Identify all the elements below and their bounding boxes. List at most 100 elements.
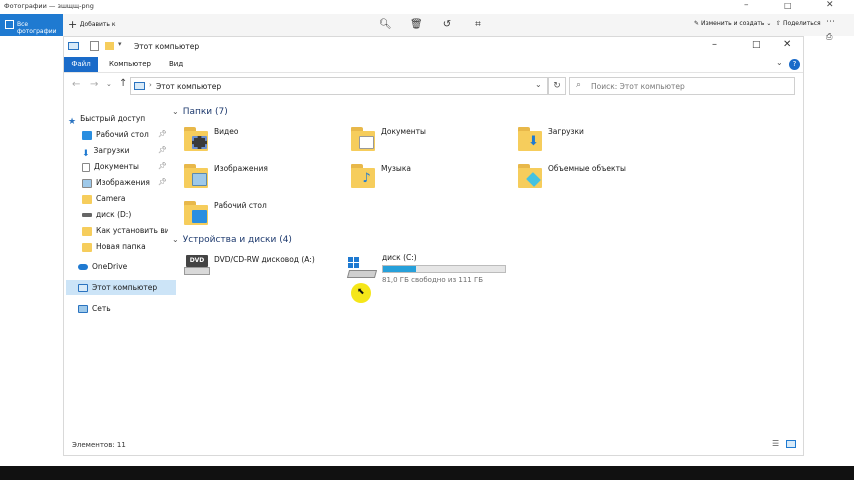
ribbon-expand-icon[interactable]: ⌄ <box>776 58 783 67</box>
share-icon: ⇧ <box>776 20 782 27</box>
disk-usage-fill <box>383 266 416 272</box>
details-view-icon[interactable]: ☰ <box>772 439 779 448</box>
nav-item-label: Как установить ви <box>96 226 168 235</box>
add-to-button[interactable]: + Добавить к <box>68 18 116 32</box>
nav-this-pc-label: Этот компьютер <box>92 283 158 292</box>
all-photos-label: Все фотографии <box>17 21 57 35</box>
photos-toolbar: + Добавить к 🔍︎ 🗑︎ ↺ ⌗ ✎ Изменить и созд… <box>0 14 854 41</box>
nav-item-label: Новая папка <box>96 242 146 251</box>
folder-documents[interactable]: Документы <box>351 123 511 157</box>
share-button[interactable]: ⇧ Поделиться <box>776 20 821 27</box>
folder-name: Изображения <box>214 164 268 173</box>
folder-icon <box>82 194 92 204</box>
edit-create-button[interactable]: ✎ Изменить и создать ⌄ <box>694 20 771 27</box>
customize-chevron-icon[interactable]: ▾ <box>118 40 122 48</box>
large-icons-view-icon[interactable] <box>786 440 796 448</box>
folder-desktop[interactable]: Рабочий стол <box>184 197 344 231</box>
search-icon: ⌕ <box>576 80 582 90</box>
address-computer-icon <box>134 82 145 90</box>
windows-drive-icon <box>346 257 378 281</box>
new-folder-icon[interactable] <box>105 42 114 50</box>
properties-icon[interactable] <box>90 41 99 51</box>
folder-3d-objects[interactable]: Объемные объекты <box>518 160 678 194</box>
video-folder-icon <box>184 127 208 153</box>
recent-chevron-icon[interactable]: ⌄ <box>106 80 112 88</box>
devices-header-label: Устройства и диски (4) <box>182 235 292 245</box>
photos-minimize-icon[interactable]: – <box>744 0 749 10</box>
disk-c-label: диск (C:) <box>382 253 417 262</box>
address-row: ← → ⌄ ↑ › Этот компьютер ⌄ ↻ ⌕ Поиск: Эт… <box>64 75 803 97</box>
nav-item-downloads[interactable]: ⬇ Загрузки <box>82 143 168 158</box>
tab-file[interactable]: Файл <box>64 57 98 72</box>
ribbon-tabs: Файл Компьютер Вид ⌄ ? <box>64 57 803 72</box>
nav-quick-access-label: Быстрый доступ <box>80 114 146 123</box>
document-icon <box>82 162 90 172</box>
forward-icon[interactable]: → <box>90 79 98 90</box>
address-dropdown-icon[interactable]: ⌄ <box>535 80 542 89</box>
nav-item-pictures[interactable]: Изображения <box>82 175 168 190</box>
search-placeholder: Поиск: Этот компьютер <box>591 82 685 91</box>
up-icon[interactable]: ↑ <box>119 78 127 89</box>
nav-item-label: Рабочий стол <box>96 130 149 139</box>
back-icon[interactable]: ← <box>72 79 80 90</box>
photos-title: Фотографии — зшщщ-png <box>4 2 94 10</box>
explorer-title: Этот компьютер <box>134 42 200 51</box>
explorer-maximize-icon[interactable]: □ <box>752 40 761 50</box>
more-icon[interactable]: ⋯ <box>826 17 835 27</box>
music-folder-icon: ♪ <box>351 164 375 190</box>
folder-pictures[interactable]: Изображения <box>184 160 344 194</box>
nav-item-label: диск (D:) <box>96 210 132 219</box>
explorer-close-icon[interactable]: ✕ <box>783 39 791 50</box>
nav-item-label: Изображения <box>96 178 150 187</box>
nav-item-how-to-install[interactable]: Как установить ви <box>82 223 168 238</box>
folder-name: Объемные объекты <box>548 164 626 173</box>
folder-icon <box>82 242 92 252</box>
all-photos-button[interactable]: Все фотографии <box>0 14 63 36</box>
folder-name: Документы <box>381 127 426 136</box>
refresh-icon: ↻ <box>553 81 561 91</box>
disk-c[interactable]: диск (C:) 81,0 ГБ свободно из 111 ГБ <box>344 251 514 291</box>
tab-computer[interactable]: Компьютер <box>109 60 151 68</box>
downloads-folder-icon: ⬇ <box>518 127 542 153</box>
folder-downloads[interactable]: ⬇ Загрузки <box>518 123 678 157</box>
picture-icon <box>82 178 92 188</box>
disk-free-text: 81,0 ГБ свободно из 111 ГБ <box>382 276 484 284</box>
nav-item-camera[interactable]: Camera <box>82 191 168 206</box>
folders-section-header[interactable]: ⌄ Папки (7) <box>172 107 228 117</box>
folders-header-label: Папки (7) <box>182 107 228 117</box>
explorer-minimize-icon[interactable]: – <box>712 39 717 50</box>
crop-icon[interactable]: ⌗ <box>472 19 484 31</box>
folder-name: Рабочий стол <box>214 201 267 210</box>
refresh-button[interactable]: ↻ <box>548 77 566 95</box>
nav-this-pc[interactable]: Этот компьютер <box>66 280 176 295</box>
nav-item-drive-d[interactable]: диск (D:) <box>82 207 168 222</box>
explorer-window: ▾ Этот компьютер – □ ✕ Файл Компьютер Ви… <box>63 36 804 456</box>
dvd-drive[interactable]: DVD DVD/CD-RW дисковод (A:) <box>184 251 354 285</box>
delete-icon[interactable]: 🗑︎ <box>410 19 423 31</box>
ribbon-divider <box>64 72 803 73</box>
rotate-icon[interactable]: ↺ <box>441 19 453 31</box>
folder-music[interactable]: ♪ Музыка <box>351 160 511 194</box>
folder-icon <box>82 226 92 236</box>
mouse-cursor-icon: ⬉ <box>357 287 365 297</box>
nav-quick-access[interactable]: ★ Быстрый доступ <box>68 111 174 126</box>
nav-item-new-folder[interactable]: Новая папка <box>82 239 168 254</box>
zoom-icon[interactable]: 🔍︎ <box>379 19 392 31</box>
3d-objects-folder-icon <box>518 164 542 190</box>
content-area: ⌄ Папки (7) Видео Документы ⬇ Загрузки Из… <box>168 103 798 433</box>
photos-icon <box>5 20 14 29</box>
folder-videos[interactable]: Видео <box>184 123 344 157</box>
photos-maximize-icon[interactable]: □ <box>784 1 792 10</box>
folder-name: Музыка <box>381 164 411 173</box>
nav-item-desktop[interactable]: Рабочий стол <box>82 127 168 142</box>
photos-close-icon[interactable]: ✕ <box>826 0 834 10</box>
search-input[interactable]: ⌕ Поиск: Этот компьютер <box>569 77 795 95</box>
address-bar[interactable]: › Этот компьютер ⌄ <box>130 77 548 95</box>
devices-section-header[interactable]: ⌄ Устройства и диски (4) <box>172 235 292 245</box>
nav-item-documents[interactable]: Документы <box>82 159 168 174</box>
help-icon[interactable]: ? <box>789 59 800 70</box>
nav-item-label: Документы <box>94 162 139 171</box>
chevron-down-icon: ⌄ <box>172 235 179 244</box>
tab-view[interactable]: Вид <box>169 60 183 68</box>
print-icon[interactable]: ⎙ <box>826 32 832 42</box>
